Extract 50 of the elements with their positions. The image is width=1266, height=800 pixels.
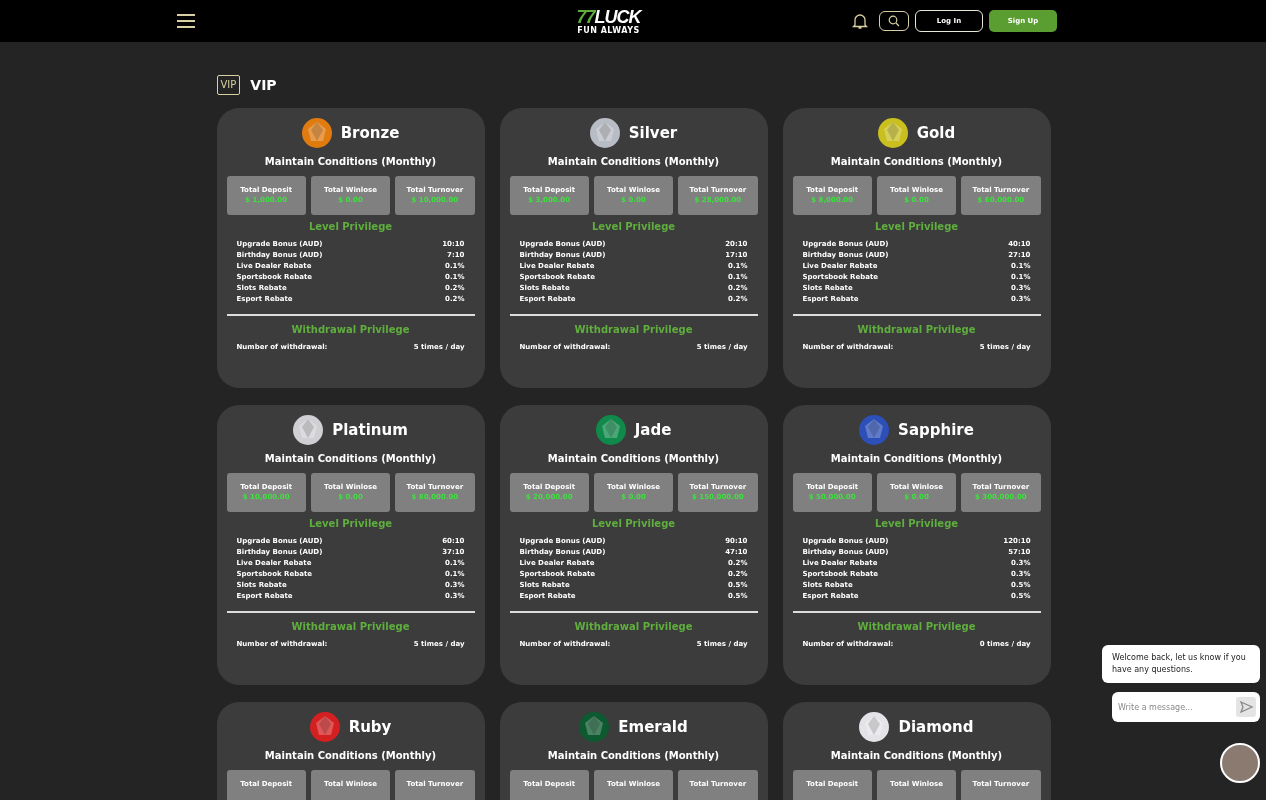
conditions-heading: Maintain Conditions (Monthly)	[830, 750, 1003, 761]
section-heading: Withdrawal Privilege	[291, 324, 410, 335]
gem-icon	[877, 118, 908, 148]
gem-icon	[859, 415, 890, 445]
conditions-heading: Maintain Conditions (Monthly)	[830, 156, 1003, 167]
search-icon	[888, 15, 900, 27]
section-heading: Level Privilege	[591, 221, 676, 232]
avatar[interactable]	[1220, 743, 1260, 783]
tier-name: Sapphire	[898, 421, 974, 439]
conditions-heading: Maintain Conditions (Monthly)	[264, 453, 437, 464]
tier-name: Ruby	[348, 718, 392, 736]
section-heading: Withdrawal Privilege	[857, 324, 976, 335]
message-field[interactable]: Write a message...	[1112, 692, 1260, 722]
conditions-heading: Maintain Conditions (Monthly)	[547, 453, 720, 464]
conditions-heading: Maintain Conditions (Monthly)	[264, 156, 437, 167]
menu-icon[interactable]	[176, 13, 196, 29]
section-heading: Level Privilege	[308, 221, 393, 232]
tier-name: Platinum	[332, 421, 408, 439]
page-title: VIP	[250, 77, 277, 93]
section-heading: Withdrawal Privilege	[574, 324, 693, 335]
conditions-heading: Maintain Conditions (Monthly)	[264, 750, 437, 761]
tier-name: Jade	[634, 421, 672, 439]
gem-icon	[309, 712, 340, 742]
logo[interactable]: 77LUCK FUN ALWAYS	[576, 7, 641, 35]
section-heading: Level Privilege	[874, 221, 959, 232]
send-icon[interactable]	[1236, 697, 1256, 717]
section-heading: Level Privilege	[308, 518, 393, 529]
tier-name: Bronze	[340, 124, 400, 142]
conditions-heading: Maintain Conditions (Monthly)	[830, 453, 1003, 464]
gem-icon	[589, 118, 620, 148]
vip-badge-icon: VIP	[216, 75, 241, 95]
section-heading: Level Privilege	[591, 518, 676, 529]
section-heading: Withdrawal Privilege	[857, 621, 976, 632]
chat-message: Welcome back, let us know if you have any questions.	[1102, 645, 1260, 683]
section-heading: Withdrawal Privilege	[574, 621, 693, 632]
gem-icon	[293, 415, 324, 445]
conditions-heading: Maintain Conditions (Monthly)	[547, 156, 720, 167]
tier-name: Diamond	[898, 718, 974, 736]
conditions-heading: Maintain Conditions (Monthly)	[547, 750, 720, 761]
bell-icon[interactable]	[851, 12, 869, 30]
gem-icon	[859, 712, 890, 742]
tier-name: Silver	[628, 124, 678, 142]
gem-icon	[579, 712, 610, 742]
section-heading: Withdrawal Privilege	[291, 621, 410, 632]
tier-name: Emerald	[618, 718, 688, 736]
gem-icon	[301, 118, 332, 148]
tier-name: Gold	[916, 124, 956, 142]
gem-icon	[595, 415, 626, 445]
section-heading: Level Privilege	[874, 518, 959, 529]
search-button[interactable]	[879, 11, 909, 31]
